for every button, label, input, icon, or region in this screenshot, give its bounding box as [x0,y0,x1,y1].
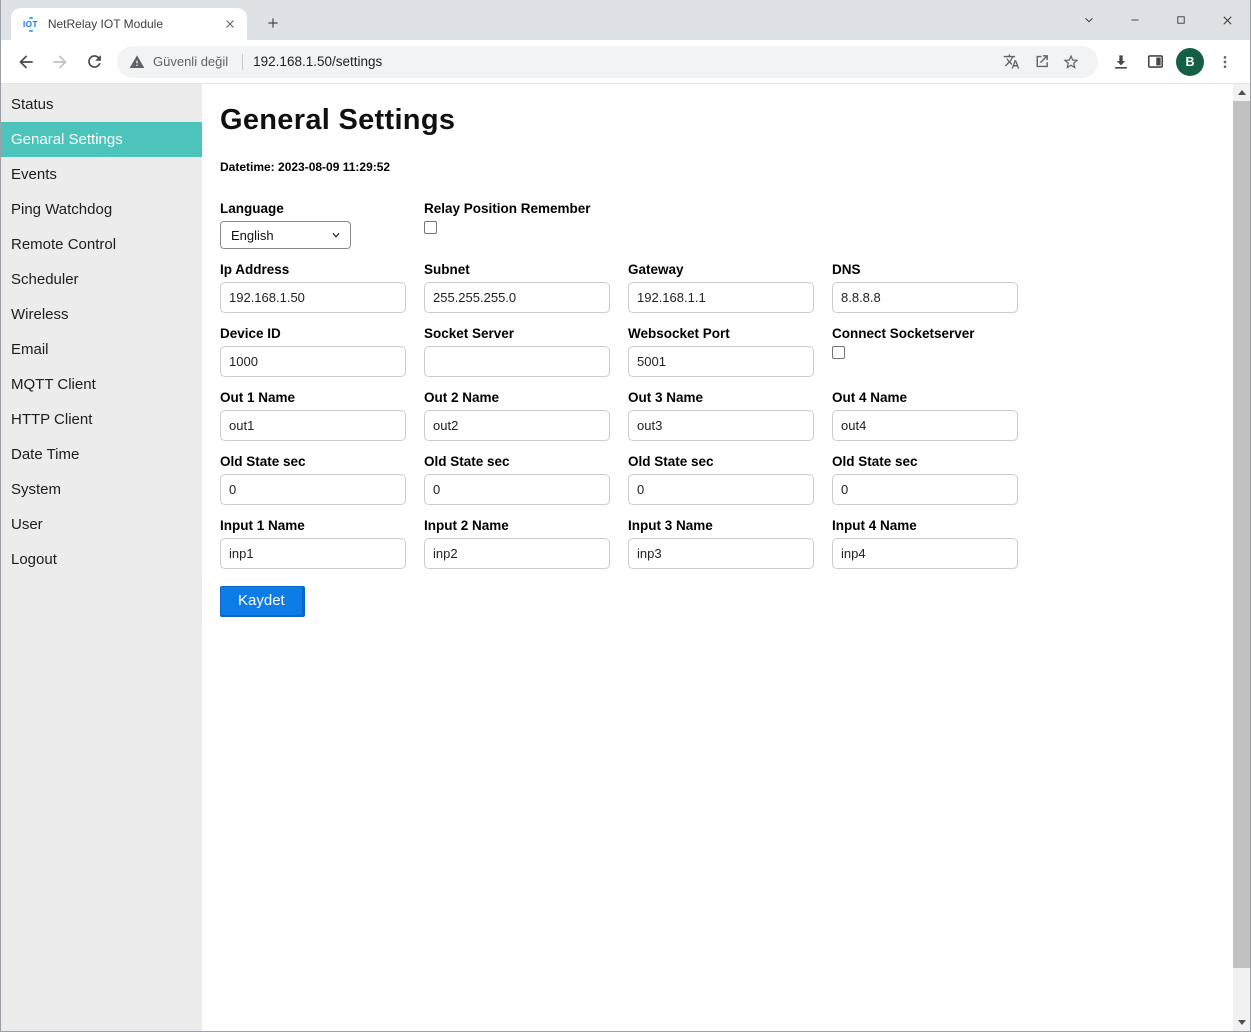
save-button[interactable]: Kaydet [220,586,305,617]
sidebar-item-events[interactable]: Events [1,157,202,192]
input1-name-label: Input 1 Name [220,518,406,533]
old-state4-label: Old State sec [832,454,1018,469]
scroll-up-arrow-icon[interactable] [1233,84,1250,101]
sidebar-item-wireless[interactable]: Wireless [1,297,202,332]
input4-name-field[interactable] [832,538,1018,569]
sidebar-item-email[interactable]: Email [1,332,202,367]
out4-name-label: Out 4 Name [832,390,1018,405]
device-id-label: Device ID [220,326,406,341]
bookmark-star-icon[interactable] [1056,47,1086,77]
input2-name-field[interactable] [424,538,610,569]
gateway-field[interactable] [628,282,814,313]
input3-name-label: Input 3 Name [628,518,814,533]
socket-server-label: Socket Server [424,326,610,341]
tab-strip: IOT NetRelay IOT Module [1,0,1250,40]
socket-server-field[interactable] [424,346,610,377]
kebab-menu-icon[interactable] [1208,45,1242,79]
tab-title: NetRelay IOT Module [48,17,221,31]
close-window-icon[interactable] [1204,0,1250,40]
out3-name-label: Out 3 Name [628,390,814,405]
favicon-icon: IOT [21,18,40,31]
back-icon[interactable] [9,45,43,79]
sidebar-item-mqtt-client[interactable]: MQTT Client [1,367,202,402]
out2-name-field[interactable] [424,410,610,441]
gateway-label: Gateway [628,262,814,277]
sidebar: StatusGenaral SettingsEventsPing Watchdo… [1,84,202,1031]
browser-tab[interactable]: IOT NetRelay IOT Module [11,8,247,40]
vertical-scrollbar [1233,84,1250,1031]
relay-remember-label: Relay Position Remember [424,201,591,216]
maximize-icon[interactable] [1158,0,1204,40]
sidebar-item-date-time[interactable]: Date Time [1,437,202,472]
language-select[interactable]: English [220,221,351,249]
warning-icon [129,54,145,70]
scrollbar-thumb[interactable] [1233,101,1250,968]
websocket-port-field[interactable] [628,346,814,377]
scroll-down-arrow-icon[interactable] [1233,1014,1250,1031]
connect-socketserver-checkbox[interactable] [832,346,845,359]
reload-icon[interactable] [77,45,111,79]
sidebar-item-user[interactable]: User [1,507,202,542]
subnet-label: Subnet [424,262,610,277]
out2-name-label: Out 2 Name [424,390,610,405]
sidebar-item-status[interactable]: Status [1,87,202,122]
old-state1-field[interactable] [220,474,406,505]
out1-name-label: Out 1 Name [220,390,406,405]
language-label: Language [220,201,406,216]
relay-remember-checkbox[interactable] [424,221,437,234]
sidebar-item-ping-watchdog[interactable]: Ping Watchdog [1,192,202,227]
websocket-port-label: Websocket Port [628,326,814,341]
sidebar-item-http-client[interactable]: HTTP Client [1,402,202,437]
chevron-down-icon[interactable] [1066,0,1112,40]
sidebar-item-scheduler[interactable]: Scheduler [1,262,202,297]
datetime-text: Datetime: 2023-08-09 11:29:52 [220,160,1233,174]
url-text[interactable]: 192.168.1.50/settings [253,54,996,69]
out4-name-field[interactable] [832,410,1018,441]
sidebar-item-remote-control[interactable]: Remote Control [1,227,202,262]
forward-icon[interactable] [43,45,77,79]
avatar[interactable]: B [1176,48,1204,76]
browser-window: IOT NetRelay IOT Module [0,0,1251,1032]
input1-name-field[interactable] [220,538,406,569]
page-body: StatusGenaral SettingsEventsPing Watchdo… [1,84,1250,1031]
omnibox-divider [242,54,243,70]
old-state2-field[interactable] [424,474,610,505]
chevron-down-icon [330,229,342,241]
input4-name-label: Input 4 Name [832,518,1018,533]
old-state3-label: Old State sec [628,454,814,469]
subnet-field[interactable] [424,282,610,313]
out1-name-field[interactable] [220,410,406,441]
dns-label: DNS [832,262,1018,277]
side-panel-icon[interactable] [1138,45,1172,79]
old-state3-field[interactable] [628,474,814,505]
ip-address-label: Ip Address [220,262,406,277]
new-tab-button[interactable] [259,9,287,37]
settings-form: Language English Relay Position Remember… [220,201,1233,617]
device-id-field[interactable] [220,346,406,377]
ip-address-field[interactable] [220,282,406,313]
minimize-icon[interactable] [1112,0,1158,40]
tab-close-icon[interactable] [221,15,239,33]
connect-socketserver-label: Connect Socketserver [832,326,975,341]
share-icon[interactable] [1026,47,1056,77]
sidebar-item-system[interactable]: System [1,472,202,507]
sidebar-item-genaral-settings[interactable]: Genaral Settings [1,122,202,157]
old-state4-field[interactable] [832,474,1018,505]
download-icon[interactable] [1104,45,1138,79]
input2-name-label: Input 2 Name [424,518,610,533]
old-state1-label: Old State sec [220,454,406,469]
translate-icon[interactable] [996,47,1026,77]
out3-name-field[interactable] [628,410,814,441]
main-content: General Settings Datetime: 2023-08-09 11… [202,84,1233,1031]
browser-toolbar: Güvenli değil 192.168.1.50/settings B [1,40,1250,84]
sidebar-item-logout[interactable]: Logout [1,542,202,577]
window-controls [1066,0,1250,40]
dns-field[interactable] [832,282,1018,313]
address-bar[interactable]: Güvenli değil 192.168.1.50/settings [117,46,1098,78]
page-title: General Settings [220,104,1233,137]
language-selected-value: English [231,228,330,243]
input3-name-field[interactable] [628,538,814,569]
security-label[interactable]: Güvenli değil [153,54,228,69]
old-state2-label: Old State sec [424,454,610,469]
